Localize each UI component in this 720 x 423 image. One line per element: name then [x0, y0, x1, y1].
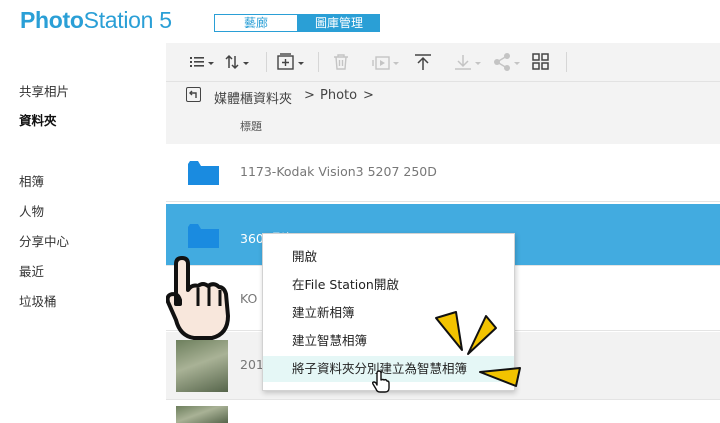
- sparkle-icon: [435, 311, 521, 387]
- mode-manage-button[interactable]: 圖庫管理: [298, 14, 380, 32]
- download-icon[interactable]: [452, 52, 484, 74]
- column-title[interactable]: 標題: [240, 118, 262, 134]
- slideshow-icon[interactable]: [370, 52, 402, 74]
- breadcrumb-root[interactable]: 媒體櫃資料夾: [214, 88, 292, 107]
- mode-switch: 藝廊 圖庫管理: [214, 14, 380, 32]
- list-view-icon[interactable]: [188, 52, 218, 74]
- grid-icon[interactable]: [530, 52, 552, 74]
- folder-icon: [188, 161, 219, 185]
- breadcrumb: 媒體櫃資料夾 > Photo >: [166, 82, 720, 112]
- menu-item-open[interactable]: 開啟: [263, 244, 514, 270]
- photo-thumbnail: [176, 340, 228, 392]
- sidebar-item-shared-photos[interactable]: 共享相片: [19, 81, 69, 100]
- sidebar-item-recent[interactable]: 最近: [19, 261, 44, 280]
- toolbar: [166, 43, 720, 82]
- toolbar-divider: [266, 52, 267, 72]
- photo-thumbnail: [176, 406, 228, 423]
- table-row[interactable]: [166, 401, 720, 423]
- toolbar-divider: [566, 52, 567, 72]
- breadcrumb-separator: >: [304, 88, 315, 103]
- sidebar-item-share-center[interactable]: 分享中心: [19, 231, 69, 250]
- breadcrumb-folder[interactable]: Photo: [320, 88, 357, 103]
- sidebar-item-people[interactable]: 人物: [19, 201, 44, 220]
- sidebar: 共享相片 資料夾 相簿 人物 分享中心 最近 垃圾桶: [0, 43, 166, 423]
- share-icon[interactable]: [491, 52, 523, 74]
- app-header: PhotoStation 5 藝廊 圖庫管理: [0, 0, 720, 43]
- upload-icon[interactable]: [412, 52, 434, 74]
- row-title: 1173-Kodak Vision3 5207 250D: [240, 164, 437, 179]
- sidebar-item-folders[interactable]: 資料夾: [19, 110, 57, 129]
- sort-icon[interactable]: [224, 52, 254, 74]
- row-title: 201: [240, 357, 264, 372]
- folder-icon: [188, 224, 219, 248]
- column-header: 標題: [166, 112, 720, 144]
- table-row[interactable]: 1173-Kodak Vision3 5207 250D: [166, 144, 720, 202]
- hand-pointer-icon: [166, 256, 230, 340]
- row-title: KO: [240, 291, 258, 306]
- trash-icon[interactable]: [330, 52, 352, 74]
- mode-gallery-button[interactable]: 藝廊: [214, 14, 298, 32]
- menu-item-open-in-file-station[interactable]: 在File Station開啟: [263, 272, 514, 298]
- add-icon[interactable]: [274, 52, 308, 74]
- toolbar-divider: [318, 52, 319, 72]
- app-logo: PhotoStation 5: [20, 7, 172, 33]
- back-icon[interactable]: [186, 87, 201, 102]
- cursor-hand-icon: [372, 370, 390, 393]
- breadcrumb-separator: >: [363, 88, 374, 103]
- sidebar-item-trash[interactable]: 垃圾桶: [19, 291, 57, 310]
- sidebar-item-albums[interactable]: 相簿: [19, 171, 44, 190]
